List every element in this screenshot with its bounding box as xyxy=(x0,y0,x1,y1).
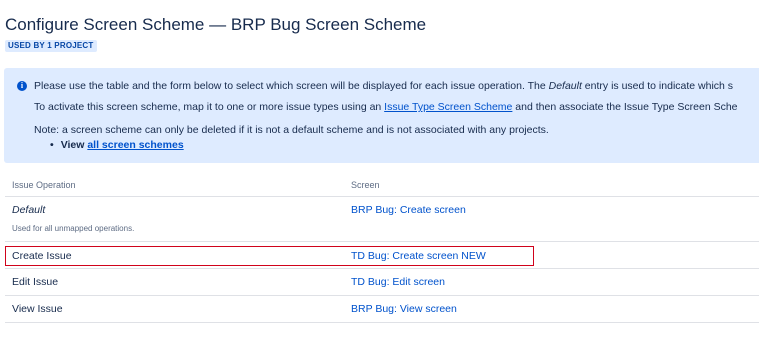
info-icon: i xyxy=(17,81,27,91)
info-line-1: Please use the table and the form below … xyxy=(34,80,734,92)
operation-edit-issue: Edit Issue xyxy=(12,276,59,288)
row-divider xyxy=(5,268,759,269)
default-note: Used for all unmapped operations. xyxy=(12,224,135,233)
operation-create-issue: Create Issue xyxy=(12,250,72,262)
operation-view-issue: View Issue xyxy=(12,303,63,315)
operation-default: Default xyxy=(12,204,46,216)
used-by-badge: USED BY 1 PROJECT xyxy=(5,40,97,52)
column-header-issue-operation: Issue Operation xyxy=(12,180,76,190)
row-divider xyxy=(5,241,759,242)
info-note: Note: a screen scheme can only be delete… xyxy=(34,124,549,136)
row-divider xyxy=(5,295,759,296)
screen-link-default[interactable]: BRP Bug: Create screen xyxy=(351,204,466,216)
header-divider xyxy=(5,196,759,197)
all-screen-schemes-link[interactable]: all screen schemes xyxy=(87,139,183,151)
screen-link-create-issue[interactable]: TD Bug: Create screen NEW xyxy=(351,250,486,262)
issue-type-screen-scheme-link[interactable]: Issue Type Screen Scheme xyxy=(384,101,512,113)
column-header-screen: Screen xyxy=(351,180,380,190)
default-emphasis: Default xyxy=(548,80,582,92)
info-list-item: • View all screen schemes xyxy=(50,139,184,151)
screen-link-edit-issue[interactable]: TD Bug: Edit screen xyxy=(351,276,445,288)
screen-link-view-issue[interactable]: BRP Bug: View screen xyxy=(351,303,457,315)
info-message: i Please use the table and the form belo… xyxy=(4,68,759,163)
bullet-icon: • xyxy=(50,139,54,151)
row-divider xyxy=(5,322,759,323)
info-line-2: To activate this screen scheme, map it t… xyxy=(34,101,738,113)
page-title: Configure Screen Scheme — BRP Bug Screen… xyxy=(5,15,427,34)
